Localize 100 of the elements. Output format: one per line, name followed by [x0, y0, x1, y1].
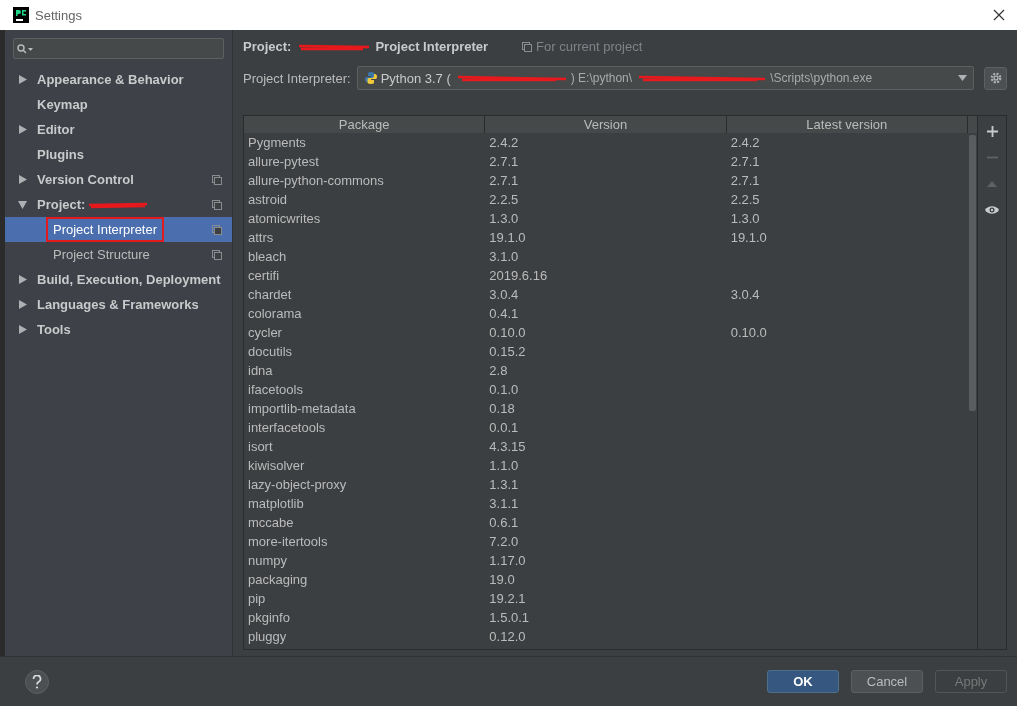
table-cell: atomicwrites	[248, 211, 321, 226]
table-cell: 0.6.1	[489, 515, 519, 530]
table-cell: 1.3.0	[730, 211, 760, 226]
table-cell: 19.0	[489, 572, 515, 587]
ok-button[interactable]: OK	[767, 670, 839, 693]
table-cell: allure-python-commons	[248, 173, 384, 188]
table-cell: 1.3.1	[489, 477, 519, 492]
search-icon	[17, 43, 35, 54]
close-icon[interactable]	[993, 9, 1005, 21]
table-cell: 19.1.0	[730, 230, 767, 245]
sidebar-item[interactable]: Languages & Frameworks	[5, 292, 232, 317]
dialog-button[interactable]: Cancel	[851, 670, 923, 693]
interpreter-name: Python 3.7 (	[380, 70, 451, 86]
interpreter-label: Project Interpreter:	[243, 70, 351, 86]
caret-icon	[958, 75, 967, 81]
interpreter-path: ) E:\python\	[570, 71, 633, 85]
table-cell: isort	[248, 439, 273, 454]
table-cell: 0.10.0	[489, 325, 526, 340]
table-cell: 1.1.0	[489, 458, 519, 473]
sidebar-label: Version Control	[37, 172, 134, 187]
sidebar-item[interactable]: Editor	[5, 117, 232, 142]
table-cell: 2.7.1	[730, 173, 760, 188]
table-cell: Pygments	[248, 135, 306, 150]
sidebar-item[interactable]: Tools	[5, 317, 232, 342]
table-cell: packaging	[248, 572, 308, 587]
table-cell: 2.4.2	[489, 135, 519, 150]
table-cell: certifi	[248, 268, 280, 283]
search-field[interactable]	[13, 38, 224, 59]
table-cell: 1.3.0	[489, 211, 519, 226]
sidebar-label: Tools	[37, 322, 71, 337]
window-title: Settings	[35, 7, 82, 23]
table-cell: pluggy	[248, 629, 287, 644]
table-cell: docutils	[248, 344, 293, 359]
table-cell: allure-pytest	[248, 154, 319, 169]
sidebar-item[interactable]: Project:	[5, 192, 232, 217]
triangle-up-icon	[987, 180, 997, 187]
table-cell: chardet	[248, 287, 292, 302]
column-header[interactable]: Version	[485, 116, 727, 133]
interpreter-dropdown[interactable]: Python 3.7 ( ) E:\python\ \Scripts\python.exe	[356, 66, 974, 90]
table-cell: mccabe	[248, 515, 294, 530]
table-cell: kiwisolver	[248, 458, 305, 473]
settings-button[interactable]	[984, 66, 1007, 90]
sidebar-label: Project Interpreter	[48, 219, 163, 240]
table-cell: 7.2.0	[489, 534, 519, 549]
table-cell: 0.18	[489, 401, 515, 416]
table-cell: 0.0.1	[489, 420, 519, 435]
table-cell: 0.12.0	[489, 629, 526, 644]
table-cell: 19.1.0	[489, 230, 526, 245]
table-cell: idna	[248, 363, 273, 378]
table-cell: 1.5.0.1	[489, 610, 530, 625]
breadcrumb-project: Project:	[243, 39, 292, 54]
sidebar-item[interactable]: Project Interpreter	[5, 217, 232, 242]
settings-icon	[989, 72, 1002, 84]
table-cell: 2.2.5	[730, 192, 760, 207]
table-cell: pkginfo	[248, 610, 290, 625]
table-cell: interfacetools	[248, 420, 326, 435]
sidebar-label: Build, Execution, Deployment	[37, 272, 221, 287]
table-cell: 4.3.15	[489, 439, 526, 454]
sidebar-label: Appearance & Behavior	[37, 72, 184, 87]
table-cell: 2.2.5	[489, 192, 519, 207]
sidebar-item[interactable]: Project Structure	[5, 242, 232, 267]
eye-icon	[985, 204, 999, 215]
sidebar-label: Project:	[37, 197, 86, 212]
table-cell: matplotlib	[248, 496, 304, 511]
table-cell: 19.2.1	[489, 591, 526, 606]
table-cell: astroid	[248, 192, 288, 207]
sidebar-label: Project Structure	[53, 247, 150, 262]
column-header[interactable]: Package	[244, 116, 486, 133]
sidebar-item[interactable]: Keymap	[5, 92, 232, 117]
table-cell: importlib-metadata	[248, 401, 356, 416]
plus-icon	[986, 126, 998, 137]
sidebar-item[interactable]: Plugins	[5, 142, 232, 167]
table-cell: pip	[248, 591, 266, 606]
table-cell: 0.15.2	[489, 344, 526, 359]
sidebar-item[interactable]: Build, Execution, Deployment	[5, 267, 232, 292]
table-cell: 2.7.1	[489, 154, 519, 169]
scope-note: For current project	[536, 39, 643, 54]
sidebar-item[interactable]: Appearance & Behavior	[5, 67, 232, 92]
python-icon	[363, 71, 378, 85]
table-cell: 0.1.0	[489, 382, 519, 397]
sidebar-label: Editor	[37, 122, 75, 137]
scrollbar-thumb[interactable]	[969, 135, 976, 411]
table-cell: 3.1.0	[489, 249, 519, 264]
table-cell: 1.17.0	[489, 553, 526, 568]
column-header[interactable]: Latest version	[726, 116, 968, 133]
table-cell: attrs	[248, 230, 274, 245]
interpreter-path: \Scripts\python.exe	[770, 71, 873, 85]
table-cell: lazy-object-proxy	[248, 477, 347, 492]
table-cell: 2.4.2	[730, 135, 760, 150]
sidebar-item[interactable]: Version Control	[5, 167, 232, 192]
breadcrumb-page: Project Interpreter	[375, 39, 489, 54]
table-cell: colorama	[248, 306, 302, 321]
help-button[interactable]	[25, 669, 49, 694]
table-cell: bleach	[248, 249, 287, 264]
help-icon	[32, 674, 42, 689]
table-cell: 3.0.4	[730, 287, 760, 302]
table-cell: more-itertools	[248, 534, 328, 549]
sidebar-label: Plugins	[37, 147, 84, 162]
table-cell: 2.7.1	[730, 154, 760, 169]
table-cell: 0.10.0	[730, 325, 767, 340]
